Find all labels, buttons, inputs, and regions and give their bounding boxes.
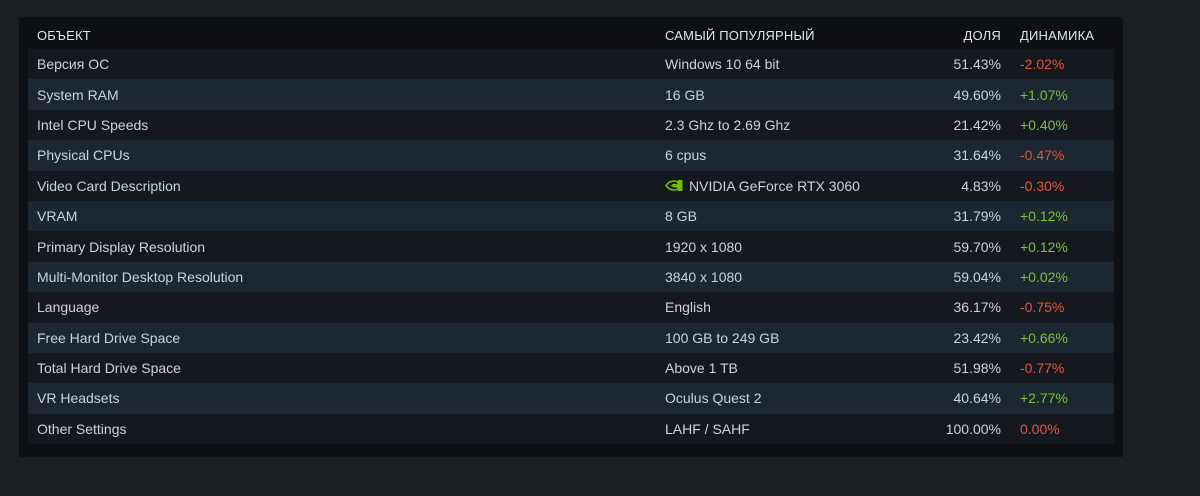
- row-object: Версия ОС: [37, 56, 110, 73]
- row-share: 31.79%: [953, 208, 1001, 225]
- table-body: Версия ОС Windows 10 64 bit 51.43% -2.02% Sy…: [28, 49, 1114, 445]
- row-object: Language: [37, 299, 100, 316]
- table-row: VRAM 8 GB 31.79% +0.12%: [28, 200, 1114, 232]
- row-popular-text: 100 GB to 249 GB: [665, 329, 780, 346]
- row-dynamics: +0.66%: [1020, 329, 1068, 346]
- table-row: VR Headsets Oculus Quest 2 40.64% +2.77%: [28, 383, 1114, 414]
- row-popular: 8 GB: [657, 208, 912, 224]
- table-row: Language English 36.17% -0.75%: [28, 292, 1114, 323]
- row-object: Primary Display Resolution: [37, 238, 206, 255]
- row-object: Free Hard Drive Space: [37, 329, 181, 346]
- table-row: Video Card Description NVIDIA GeForce RTX…: [28, 170, 1114, 201]
- row-popular-text: 3840 x 1080: [665, 268, 743, 285]
- row-share: 23.42%: [953, 329, 1001, 346]
- row-popular-text: Above 1 TB: [665, 360, 738, 377]
- row-share: 36.17%: [953, 299, 1001, 316]
- table-row: Physical CPUs 6 cpus 31.64% -0.47%: [28, 140, 1114, 171]
- row-share: 100.00%: [945, 420, 1001, 437]
- row-share: 51.98%: [953, 360, 1001, 377]
- row-popular-text: 8 GB: [665, 208, 697, 225]
- column-header-share: ДОЛЯ: [963, 28, 1001, 43]
- row-share: 59.70%: [953, 238, 1001, 255]
- row-popular: 2.3 Ghz to 2.69 Ghz: [657, 117, 912, 133]
- row-popular: 6 cpus: [657, 147, 912, 163]
- row-popular: Windows 10 64 bit: [657, 56, 912, 72]
- row-share: 49.60%: [953, 86, 1001, 103]
- row-dynamics: +0.12%: [1020, 238, 1068, 255]
- row-dynamics: -0.75%: [1020, 299, 1065, 316]
- column-header-dynamics: ДИНАМИКА: [1020, 28, 1095, 43]
- table-header: ОБЪЕКТ САМЫЙ ПОПУЛЯРНЫЙ ДОЛЯ ДИНАМИКА: [28, 27, 1114, 49]
- column-header-popular: САМЫЙ ПОПУЛЯРНЫЙ: [665, 28, 815, 43]
- row-dynamics: -0.47%: [1020, 147, 1065, 164]
- row-dynamics: +0.12%: [1020, 208, 1068, 225]
- row-popular-text: Oculus Quest 2: [665, 390, 762, 407]
- row-object: System RAM: [37, 86, 119, 103]
- nvidia-logo-icon: [665, 179, 683, 192]
- row-popular: Oculus Quest 2: [657, 390, 912, 406]
- row-popular-text: 2.3 Ghz to 2.69 Ghz: [665, 116, 791, 133]
- table-row: Intel CPU Speeds 2.3 Ghz to 2.69 Ghz 21.42…: [28, 109, 1114, 141]
- row-popular: 100 GB to 249 GB: [657, 330, 912, 346]
- row-share: 4.83%: [961, 177, 1001, 194]
- table-row: Primary Display Resolution 1920 x 1080 59.…: [28, 231, 1114, 262]
- row-dynamics: 0.00%: [1020, 420, 1060, 437]
- row-object: VRAM: [37, 208, 78, 225]
- row-object: Multi-Monitor Desktop Resolution: [37, 268, 244, 285]
- row-popular: 16 GB: [657, 87, 912, 103]
- row-popular: LAHF / SAHF: [657, 421, 912, 437]
- table-row: Версия ОС Windows 10 64 bit 51.43% -2.02%: [28, 49, 1114, 80]
- row-share: 51.43%: [953, 56, 1001, 73]
- row-dynamics: -2.02%: [1020, 56, 1065, 73]
- row-popular-text: NVIDIA GeForce RTX 3060: [689, 177, 860, 194]
- table-row: Other Settings LAHF / SAHF 100.00% 0.00%: [28, 413, 1114, 445]
- row-object: Total Hard Drive Space: [37, 360, 181, 377]
- row-popular-text: LAHF / SAHF: [665, 420, 750, 437]
- row-dynamics: -0.30%: [1020, 177, 1065, 194]
- hardware-survey-panel: ОБЪЕКТ САМЫЙ ПОПУЛЯРНЫЙ ДОЛЯ ДИНАМИКА Ве…: [19, 17, 1123, 457]
- row-popular: NVIDIA GeForce RTX 3060: [657, 178, 912, 194]
- row-popular-text: English: [665, 299, 711, 316]
- row-object: Other Settings: [37, 420, 127, 437]
- row-dynamics: +0.40%: [1020, 116, 1068, 133]
- row-share: 40.64%: [953, 390, 1001, 407]
- column-header-object: ОБЪЕКТ: [37, 28, 91, 43]
- row-share: 31.64%: [953, 147, 1001, 164]
- row-object: Video Card Description: [37, 177, 181, 194]
- row-popular-text: Windows 10 64 bit: [665, 56, 780, 73]
- row-share: 59.04%: [953, 268, 1001, 285]
- row-popular: 1920 x 1080: [657, 239, 912, 255]
- survey-table: ОБЪЕКТ САМЫЙ ПОПУЛЯРНЫЙ ДОЛЯ ДИНАМИКА Ве…: [28, 27, 1114, 445]
- row-object: VR Headsets: [37, 390, 120, 407]
- row-object: Physical CPUs: [37, 147, 130, 164]
- row-dynamics: +0.02%: [1020, 268, 1068, 285]
- row-popular: English: [657, 299, 912, 315]
- row-popular-text: 1920 x 1080: [665, 238, 743, 255]
- row-popular-text: 6 cpus: [665, 147, 707, 164]
- table-row: System RAM 16 GB 49.60% +1.07%: [28, 79, 1114, 110]
- row-popular: Above 1 TB: [657, 360, 912, 376]
- row-share: 21.42%: [953, 116, 1001, 133]
- row-dynamics: +1.07%: [1020, 86, 1068, 103]
- row-popular: 3840 x 1080: [657, 269, 912, 285]
- row-dynamics: +2.77%: [1020, 390, 1068, 407]
- table-row: Free Hard Drive Space 100 GB to 249 GB 23.…: [28, 322, 1114, 353]
- row-dynamics: -0.77%: [1020, 360, 1065, 377]
- row-object: Intel CPU Speeds: [37, 116, 149, 133]
- row-popular-text: 16 GB: [665, 86, 705, 103]
- table-row: Multi-Monitor Desktop Resolution 3840 x 1…: [28, 261, 1114, 293]
- table-row: Total Hard Drive Space Above 1 TB 51.98% -0…: [28, 352, 1114, 384]
